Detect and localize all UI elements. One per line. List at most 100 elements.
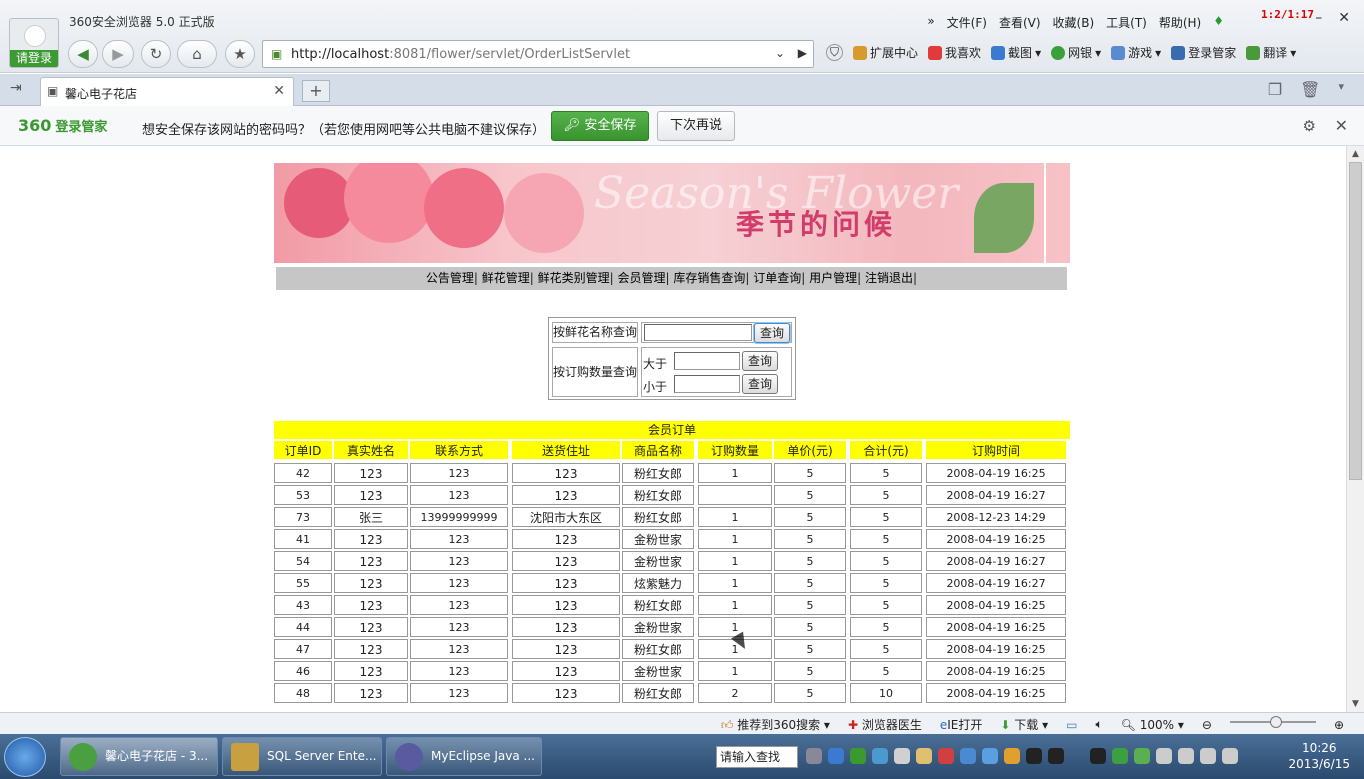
qty-greater-input[interactable] bbox=[674, 352, 740, 370]
toolbar-translate[interactable]: 翻译 ▾ bbox=[1246, 44, 1296, 61]
status-ie-open[interactable]: eIE打开 bbox=[940, 716, 983, 733]
app-tray-icon[interactable] bbox=[960, 748, 976, 764]
restore-tabs-icon[interactable]: ❐ bbox=[1268, 80, 1282, 99]
toolbar-extensions[interactable]: 扩展中心 bbox=[853, 44, 918, 61]
cell-total: 5 bbox=[850, 551, 922, 571]
toolbar-screenshot[interactable]: 截图 ▾ bbox=[991, 44, 1041, 61]
menu-help[interactable]: 帮助(H) bbox=[1159, 14, 1201, 31]
back-button[interactable]: ◀ bbox=[68, 40, 98, 68]
rose-image bbox=[504, 173, 584, 253]
qq-icon[interactable] bbox=[1026, 748, 1042, 764]
nav-users[interactable]: 用户管理 bbox=[809, 271, 857, 285]
sidebar-toggle-icon[interactable]: ⇥ bbox=[10, 80, 22, 96]
scroll-thumb[interactable] bbox=[1349, 162, 1362, 480]
qq-icon[interactable] bbox=[1090, 748, 1106, 764]
nav-notice[interactable]: 公告管理 bbox=[426, 271, 474, 285]
taskbar-sqlserver[interactable]: SQL Server Ente... bbox=[222, 737, 382, 776]
menu-file[interactable]: 文件(F) bbox=[947, 14, 987, 31]
status-recommend[interactable]: 👍︎ 推荐到360搜索 ▾ bbox=[721, 716, 830, 733]
menu-favorites[interactable]: 收藏(B) bbox=[1053, 14, 1095, 31]
later-button[interactable]: 下次再说 bbox=[657, 111, 735, 141]
app-tray-icon[interactable] bbox=[982, 748, 998, 764]
cell-total: 5 bbox=[850, 661, 922, 681]
close-icon[interactable]: ✕ bbox=[1335, 116, 1348, 135]
app-tray-icon[interactable] bbox=[938, 748, 954, 764]
nav-members[interactable]: 会员管理 bbox=[618, 271, 666, 285]
address-bar[interactable]: ▣ http://localhost:8081/flower/servlet/O… bbox=[262, 40, 814, 68]
nav-flowers[interactable]: 鲜花管理 bbox=[482, 271, 530, 285]
shirt-icon[interactable]: ♦ bbox=[1213, 14, 1224, 31]
chevron-down-icon[interactable]: ⌄ bbox=[775, 46, 785, 60]
close-icon[interactable]: ✕ bbox=[1338, 10, 1350, 26]
volume-icon[interactable] bbox=[1222, 748, 1238, 764]
screenshot-icon bbox=[991, 45, 1006, 60]
nav-logout[interactable]: 注销退出 bbox=[865, 271, 913, 285]
window-icon[interactable]: ▭ bbox=[1066, 718, 1077, 732]
security-icon[interactable] bbox=[1134, 748, 1150, 764]
app-tray-icon[interactable] bbox=[850, 748, 866, 764]
zoom-slider[interactable] bbox=[1229, 715, 1316, 728]
app-tray-icon[interactable] bbox=[894, 748, 910, 764]
toolbar-games[interactable]: 游戏 ▾ bbox=[1111, 44, 1161, 61]
query-name-button[interactable]: 查询 bbox=[754, 323, 790, 343]
home-button[interactable]: ⌂ bbox=[177, 40, 217, 68]
taskbar-browser[interactable]: 馨心电子花店 - 3... bbox=[60, 737, 218, 776]
flower-name-input[interactable] bbox=[644, 324, 752, 341]
zoom-in-icon[interactable]: ⊕ bbox=[1334, 718, 1344, 732]
flag-icon[interactable] bbox=[1200, 748, 1216, 764]
volume-icon[interactable]: 🔈︎ bbox=[1095, 717, 1102, 732]
menu-view[interactable]: 查看(V) bbox=[999, 14, 1041, 31]
umbrella-icon[interactable] bbox=[1112, 748, 1128, 764]
go-icon[interactable]: ▶ bbox=[798, 46, 807, 60]
app-tray-icon[interactable] bbox=[828, 748, 844, 764]
gear-icon[interactable]: ⚙ bbox=[1303, 117, 1316, 135]
cell-quantity: 1 bbox=[698, 595, 772, 615]
forward-button[interactable]: ▶ bbox=[102, 40, 134, 68]
app-tray-icon[interactable] bbox=[916, 748, 932, 764]
status-doctor[interactable]: ✚ 浏览器医生 bbox=[848, 716, 922, 733]
window-controls: – ✕ bbox=[1315, 10, 1350, 26]
zoom-level[interactable]: 🔍︎ 100% ▾ bbox=[1121, 718, 1184, 732]
tray-search-input[interactable]: 请输入查找 bbox=[716, 746, 798, 768]
col-header: 合计(元) bbox=[850, 441, 922, 459]
nav-inventory[interactable]: 库存销售查询 bbox=[673, 271, 745, 285]
taskbar-myeclipse[interactable]: MyEclipse Java ... bbox=[386, 737, 542, 776]
network-icon[interactable] bbox=[1178, 748, 1194, 764]
query-less-button[interactable]: 查询 bbox=[742, 374, 778, 394]
qty-less-input[interactable] bbox=[674, 375, 740, 393]
toolbar-like[interactable]: 我喜欢 bbox=[928, 44, 981, 61]
qq-icon[interactable] bbox=[1048, 748, 1064, 764]
user-avatar[interactable]: 请登录 bbox=[9, 18, 59, 68]
scroll-up-icon[interactable]: ▲ bbox=[1347, 146, 1364, 162]
nav-flower-category[interactable]: 鲜花类别管理 bbox=[538, 271, 610, 285]
shield-icon[interactable]: ⛉ bbox=[826, 44, 844, 61]
device-icon[interactable] bbox=[1156, 748, 1172, 764]
nav-orders[interactable]: 订单查询 bbox=[753, 271, 801, 285]
close-tab-icon[interactable]: ✕ bbox=[273, 83, 285, 99]
address-url[interactable]: http://localhost:8081/flower/servlet/Ord… bbox=[291, 47, 630, 62]
zoom-out-icon[interactable]: ⊖ bbox=[1202, 718, 1212, 732]
query-greater-button[interactable]: 查询 bbox=[742, 351, 778, 371]
status-download[interactable]: ⬇ 下载 ▾ bbox=[1000, 716, 1048, 733]
tab-flower-shop[interactable]: ▣ 馨心电子花店 ✕ bbox=[40, 77, 294, 106]
trash-icon[interactable]: 🗑︎ bbox=[1300, 80, 1320, 99]
chevron-down-icon[interactable]: ▾ bbox=[1338, 80, 1344, 99]
favorite-button[interactable]: ★ bbox=[225, 40, 255, 68]
keyboard-icon[interactable] bbox=[806, 748, 822, 764]
new-tab-button[interactable]: + bbox=[302, 80, 330, 102]
vertical-scrollbar[interactable]: ▲ ▼ bbox=[1346, 146, 1364, 712]
system-clock[interactable]: 10:26 2013/6/15 bbox=[1288, 740, 1350, 772]
start-button[interactable] bbox=[4, 737, 46, 777]
scroll-down-icon[interactable]: ▼ bbox=[1347, 696, 1364, 712]
minimize-icon[interactable]: – bbox=[1315, 10, 1322, 26]
safe-save-button[interactable]: 🔑︎ 安全保存 bbox=[551, 111, 649, 141]
search-tray-icon[interactable] bbox=[872, 748, 888, 764]
refresh-button[interactable]: ↻ bbox=[141, 40, 171, 68]
menu-tools[interactable]: 工具(T) bbox=[1106, 14, 1147, 31]
login-label[interactable]: 请登录 bbox=[10, 50, 58, 67]
toolbar-login-manager[interactable]: 登录管家 bbox=[1171, 44, 1236, 61]
search-form: 按鲜花名称查询 查询 按订购数量查询 大于 查询 小于 查询 bbox=[548, 317, 796, 400]
cell-address: 123 bbox=[512, 573, 620, 593]
qq-icon[interactable] bbox=[1004, 748, 1020, 764]
toolbar-bank[interactable]: 网银 ▾ bbox=[1051, 44, 1101, 61]
